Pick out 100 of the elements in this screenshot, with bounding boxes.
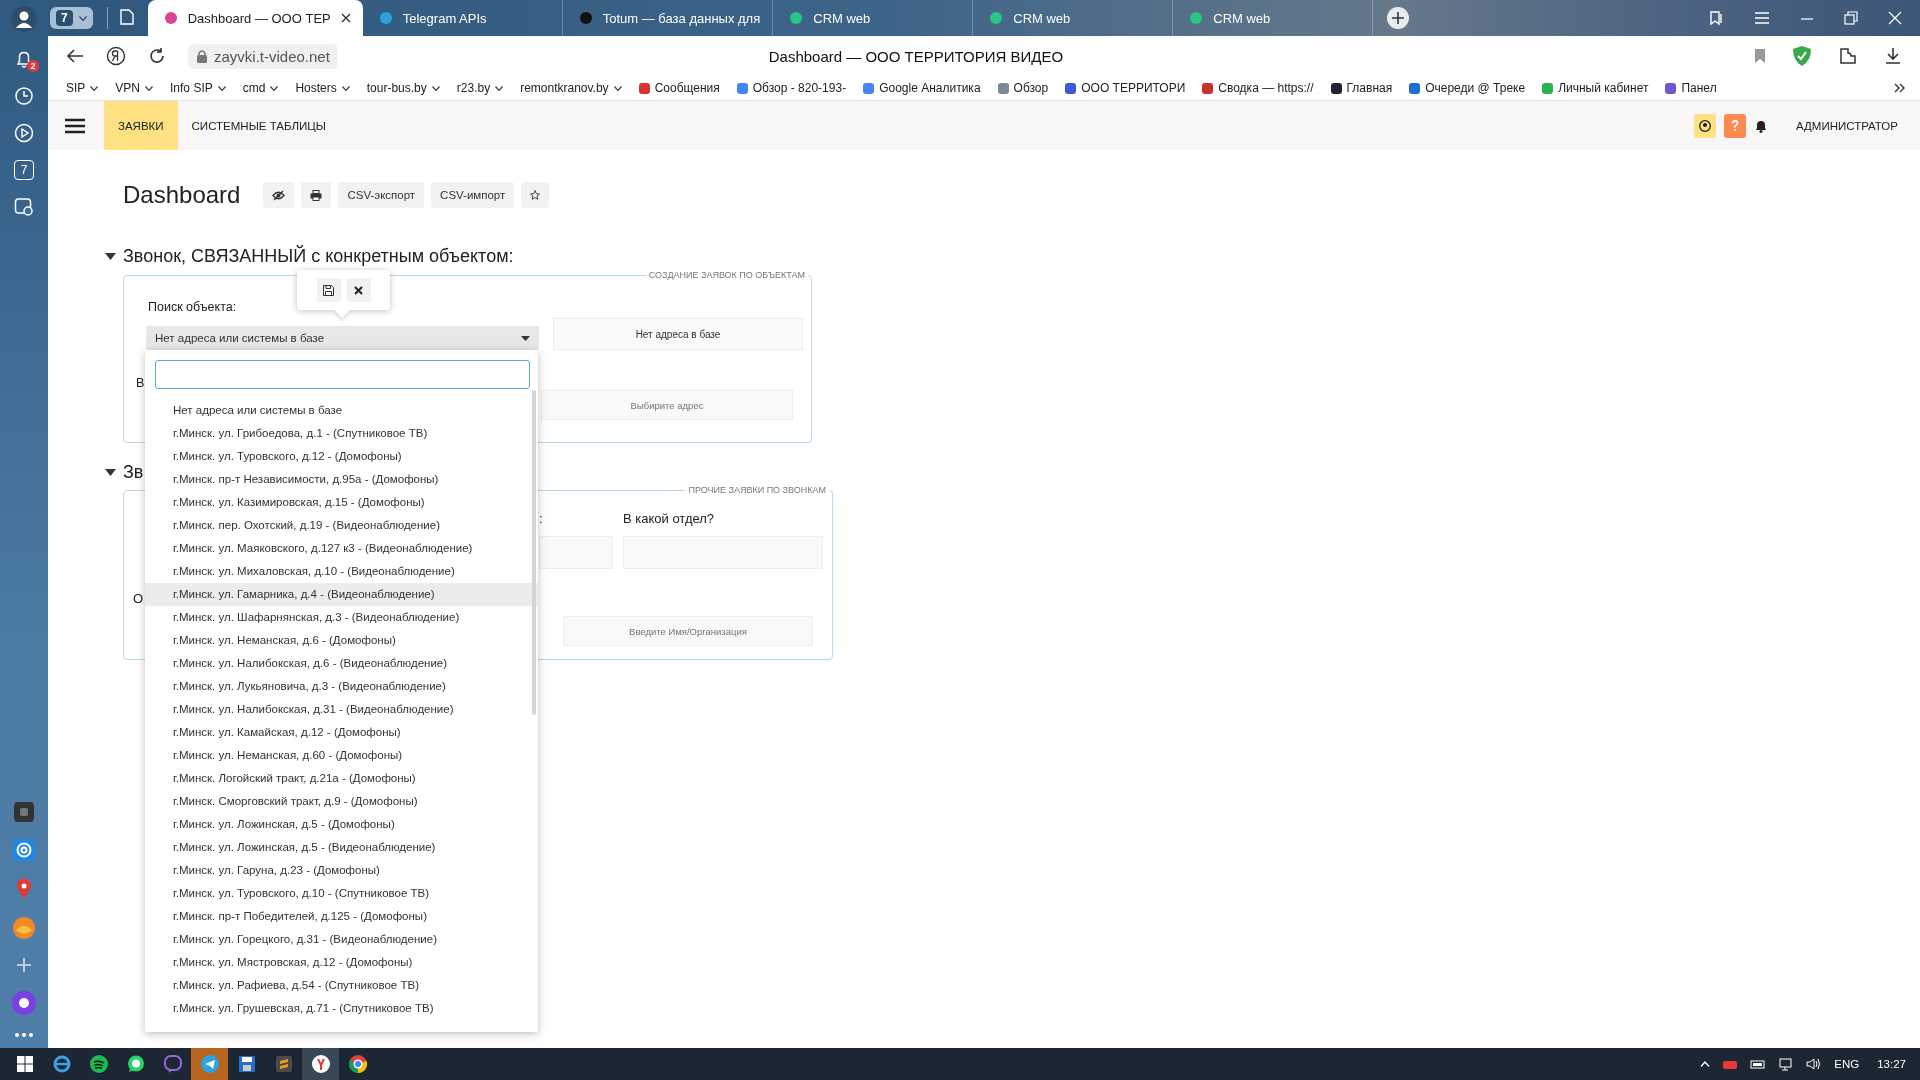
new-tab-button[interactable]	[1387, 7, 1410, 29]
bookmark-icon[interactable]	[1754, 48, 1766, 64]
triangle-icon[interactable]	[105, 250, 116, 262]
dropdown-option[interactable]: г.Минск. пр-т Независимости, д.95а - (Домофоны)	[145, 468, 538, 491]
bookmark-link[interactable]: Личный кабинет	[1558, 81, 1649, 95]
document-icon[interactable]	[119, 9, 134, 25]
bookmarks-icon[interactable]	[1708, 10, 1724, 26]
chat-app-icon[interactable]	[126, 1055, 145, 1073]
triangle-icon[interactable]	[105, 466, 116, 478]
dropdown-option[interactable]: г.Минск. ул. Шафарнянская, д.3 - (Видеонаблюдение)	[145, 606, 538, 629]
tab-counter-button[interactable]: 7	[50, 7, 93, 29]
nav-tab[interactable]: ЗАЯВКИ	[104, 101, 178, 150]
reload-icon[interactable]	[148, 47, 166, 65]
back-icon[interactable]	[66, 48, 84, 64]
bookmark-link[interactable]: Сообщения	[654, 81, 720, 95]
dropdown-option[interactable]: г.Минск. ул. Гамарника, д.4 - (Видеонаблюдение)	[145, 583, 538, 606]
dropdown-option[interactable]: г.Минск. ул. Неманская, д.6 - (Домофоны)	[145, 629, 538, 652]
menu-icon[interactable]	[65, 117, 85, 134]
dropdown-option[interactable]: г.Минск. ул. Рафиева, д.54 - (Спутниковое ТВ)	[145, 974, 538, 997]
dropdown-option[interactable]: г.Минск. ул. Гаруна, д.23 - (Домофоны)	[145, 859, 538, 882]
favorite-button[interactable]	[521, 182, 550, 208]
bell-icon[interactable]	[1754, 118, 1768, 133]
address-bar[interactable]: zayvki.t-video.net	[188, 43, 338, 69]
dropdown-option[interactable]: г.Минск. ул. Неманская, д.60 - (Домофоны)	[145, 744, 538, 767]
clock-time[interactable]: 13:27	[1877, 1058, 1906, 1070]
camera-icon[interactable]	[14, 197, 34, 217]
dropdown-option[interactable]: г.Минск. ул. Налибокская, д.31 - (Видеонаблюдение)	[145, 698, 538, 721]
dropdown-option[interactable]: г.Минск. Сморговский тракт, д.9 - (Домофоны)	[145, 790, 538, 813]
dropdown-option[interactable]: г.Минск. ул. Казимировская, д.15 - (Домофоны)	[145, 491, 538, 514]
search-field[interactable]	[155, 360, 530, 389]
shield-icon[interactable]	[1792, 45, 1812, 67]
bookmark-folder[interactable]: cmd	[242, 81, 279, 95]
dropdown-option[interactable]: г.Минск. ул. Налибокская, д.6 - (Видеонаблюдение)	[145, 652, 538, 675]
restore-icon[interactable]	[1844, 11, 1858, 25]
hide-button[interactable]	[263, 182, 295, 208]
clock-icon[interactable]	[14, 86, 34, 106]
bookmark-folder[interactable]: remontkranov.by	[520, 81, 622, 95]
bookmark-link[interactable]: Google Аналитика	[879, 81, 981, 95]
music-app-icon[interactable]	[89, 1055, 108, 1073]
bookmark-folder[interactable]: VPN	[115, 81, 154, 95]
close-button[interactable]	[346, 278, 371, 302]
volume-icon[interactable]	[1806, 1057, 1823, 1071]
map-pin-icon[interactable]	[15, 878, 33, 900]
plus-icon[interactable]	[15, 956, 33, 974]
round-app-icon[interactable]	[13, 917, 35, 939]
bookmark-link[interactable]: Сводка — https://	[1218, 81, 1314, 95]
no-address-button[interactable]: Нет адреса в базе	[553, 318, 803, 350]
bookmark-folder[interactable]: SIP	[66, 81, 99, 95]
bookmark-folder[interactable]: Info SIP	[170, 81, 226, 95]
tray-app-icon[interactable]	[1722, 1058, 1739, 1070]
chevron-right-icon[interactable]	[1894, 83, 1906, 93]
dropdown-option[interactable]: г.Минск. ул. Грибоедова, д.1 - (Спутниковое ТВ)	[145, 422, 538, 445]
dropdown-option[interactable]: г.Минск. ул. Маяковского, д.127 к3 - (Видеонаблюдение)	[145, 537, 538, 560]
bookmark-folder[interactable]: Hosters	[295, 81, 350, 95]
bookmark-folder[interactable]: r23.by	[456, 81, 504, 95]
scrollbar[interactable]	[532, 390, 536, 715]
dropdown-option[interactable]: г.Минск. ул. Грушевская, д.71 - (Спутниковое ТВ)	[145, 997, 538, 1020]
download-icon[interactable]	[1884, 47, 1902, 65]
dropdown-option[interactable]: г.Минск. ул. Мястровская, д.12 - (Домофоны)	[145, 951, 538, 974]
dropdown-option[interactable]: г.Минск. пр-т Победителей, д.125 - (Домофоны)	[145, 905, 538, 928]
assistant-icon[interactable]	[12, 991, 36, 1015]
dropdown-option[interactable]: г.Минск. ул. Ложинская, д.5 - (Видеонаблюдение)	[145, 836, 538, 859]
save-button[interactable]	[316, 278, 341, 302]
bookmark-folder[interactable]: tour-bus.by	[366, 81, 440, 95]
yandex-browser-icon[interactable]	[311, 1055, 330, 1073]
dropdown-option[interactable]: г.Минск. ул. Михаловская, д.10 - (Видеонаблюдение)	[145, 560, 538, 583]
language-indicator[interactable]: ENG	[1834, 1058, 1860, 1070]
floppy-icon[interactable]	[238, 1056, 255, 1072]
dropdown-option[interactable]: г.Минск. ул. Туровского, д.10 - (Спутниковое ТВ)	[145, 882, 538, 905]
dropdown-option[interactable]: г.Минск. пер. Охотский, д.19 - (Видеонаблюдение)	[145, 514, 538, 537]
name-field[interactable]: Введите Имя/Организация	[563, 616, 813, 646]
toolbar-button[interactable]: CSV-импорт	[431, 182, 515, 208]
yandex-icon[interactable]	[106, 46, 126, 66]
bookmark-link[interactable]: ООО ТЕРРИТОРИ	[1081, 81, 1186, 95]
user-name[interactable]: АДМИНИСТРАТОР	[1796, 119, 1898, 132]
dropdown-option[interactable]: г.Минск. ул. Камайская, д.12 - (Домофоны)	[145, 721, 538, 744]
dropdown-option[interactable]: Нет адреса или системы в базе	[145, 399, 538, 422]
bookmark-link[interactable]: Очереди @ Треке	[1425, 81, 1526, 95]
close-icon[interactable]	[340, 13, 351, 23]
address-field[interactable]: Выбирите адрес	[541, 390, 793, 420]
app-icon[interactable]	[14, 802, 34, 822]
dropdown-option[interactable]: г.Минск. ул. Туровского, д.12 - (Домофоны)	[145, 445, 538, 468]
more-icon[interactable]	[14, 1032, 34, 1038]
text-field[interactable]	[539, 536, 613, 569]
battery-icon[interactable]	[1750, 1058, 1767, 1070]
dropdown-option[interactable]: г.Минск. ул. Ложинская, д.5 - (Домофоны)	[145, 813, 538, 836]
paper-plane-icon[interactable]	[200, 1055, 219, 1073]
network-icon[interactable]	[1778, 1057, 1795, 1071]
browser-tab[interactable]: Dashboard — ООО ТЕР	[147, 0, 363, 36]
bookmark-link[interactable]: Обзор - 820-193-	[752, 81, 847, 95]
windows-icon[interactable]	[16, 1056, 33, 1072]
calendar-button[interactable]: 7	[14, 160, 34, 180]
bookmark-link[interactable]: Обзор	[1013, 81, 1049, 95]
nav-tab[interactable]: СИСТЕМНЫЕ ТАБЛИЦЫ	[177, 101, 341, 150]
dropdown-option[interactable]: г.Минск. ул. Горецкого, д.31 - (Видеонаблюдение)	[145, 928, 538, 951]
bookmark-link[interactable]: Главная	[1346, 81, 1393, 95]
print-button[interactable]	[301, 182, 332, 208]
dropdown-option[interactable]: г.Минск. Логойский тракт, д.21а - (Домофоны)	[145, 767, 538, 790]
toolbar-button[interactable]: CSV-экспорт	[338, 182, 425, 208]
chevron-up-icon[interactable]	[1700, 1061, 1711, 1067]
